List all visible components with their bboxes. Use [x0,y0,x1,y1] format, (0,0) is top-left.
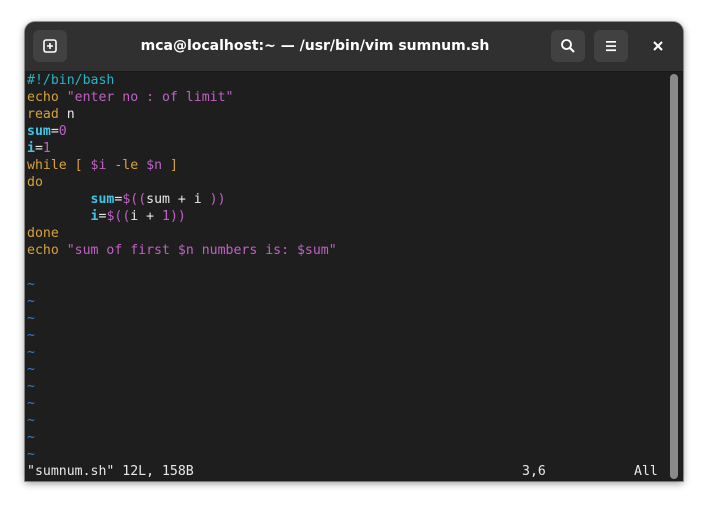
title-bar: mca@localhost:~ — /usr/bin/vim sumnum.sh [25,22,683,72]
variable-ref: $n [146,158,163,173]
number-literal: 1 [162,209,170,224]
code-line: i=$((i + 1)) [27,208,186,225]
arith-close: )) [169,209,186,224]
keyword: while [27,158,67,173]
code-line: read n [27,106,75,123]
arith-open: $(( [106,209,131,224]
operator: -le [106,158,147,173]
tilde-marker: ~ [27,447,35,462]
code-line: do [27,174,43,191]
status-file-info: "sumnum.sh" 12L, 158B [27,464,194,479]
tilde-marker: ~ [27,396,35,411]
tilde-marker: ~ [27,413,35,428]
keyword: echo [27,90,59,105]
variable-ref: $n [177,243,194,258]
string-literal: numbers is: [193,243,297,258]
variable-ref: $i [90,158,107,173]
variable-name: sum [27,124,51,139]
keyword: read [27,107,59,122]
tilde-marker: ~ [27,311,35,326]
close-button[interactable] [641,30,675,62]
new-tab-button[interactable] [33,30,67,62]
keyword: done [27,226,59,241]
code-text: sum + i [146,192,210,207]
string-literal: " [328,243,337,258]
tilde-marker: ~ [27,430,35,445]
code-line: sum=0 [27,123,67,140]
string-literal: "enter no : of limit" [66,90,234,105]
keyword: echo [27,243,59,258]
arith-open: $(( [122,192,147,207]
tilde-marker: ~ [27,277,35,292]
operator: = [34,141,43,156]
code-line: done [27,225,59,242]
code-line: #!/bin/bash [27,72,114,89]
variable-name: i [27,141,35,156]
string-literal: "sum of first [66,243,178,258]
status-scroll-position: All [634,464,658,479]
arith-close: )) [209,192,226,207]
operator: = [50,124,59,139]
window-title: mca@localhost:~ — /usr/bin/vim sumnum.sh [140,38,490,54]
close-icon [653,41,663,51]
variable-name: sum [90,192,115,207]
vim-editor[interactable]: #!/bin/bash echo "enter no : of limit" r… [25,72,667,481]
code-line: while [ $i -le $n ] [27,157,178,174]
new-tab-icon [43,39,57,53]
bracket: ] [162,158,178,173]
vertical-scrollbar[interactable] [670,74,678,479]
code-line: sum=$((sum + i )) [27,191,226,208]
variable-ref: $sum [296,243,329,258]
shebang: #!/bin/bash [27,73,115,88]
code-text: i + [130,209,163,224]
tilde-marker: ~ [27,328,35,343]
tilde-marker: ~ [27,379,35,394]
tilde-marker: ~ [27,362,35,377]
code-line: i=1 [27,140,51,157]
search-icon [561,39,575,53]
keyword: do [27,175,43,190]
tilde-marker: ~ [27,294,35,309]
status-cursor-position: 3,6 [522,464,546,479]
code-line: echo "sum of first $n numbers is: $sum" [27,242,337,259]
code-text: n [58,107,75,122]
menu-button[interactable] [594,30,628,62]
terminal-window: mca@localhost:~ — /usr/bin/vim sumnum.sh… [25,22,683,481]
search-button[interactable] [551,30,585,62]
hamburger-menu-icon [606,41,616,52]
number-literal: 1 [42,141,51,156]
bracket: [ [66,158,91,173]
number-literal: 0 [58,124,67,139]
code-line: echo "enter no : of limit" [27,89,233,106]
tilde-marker: ~ [27,345,35,360]
